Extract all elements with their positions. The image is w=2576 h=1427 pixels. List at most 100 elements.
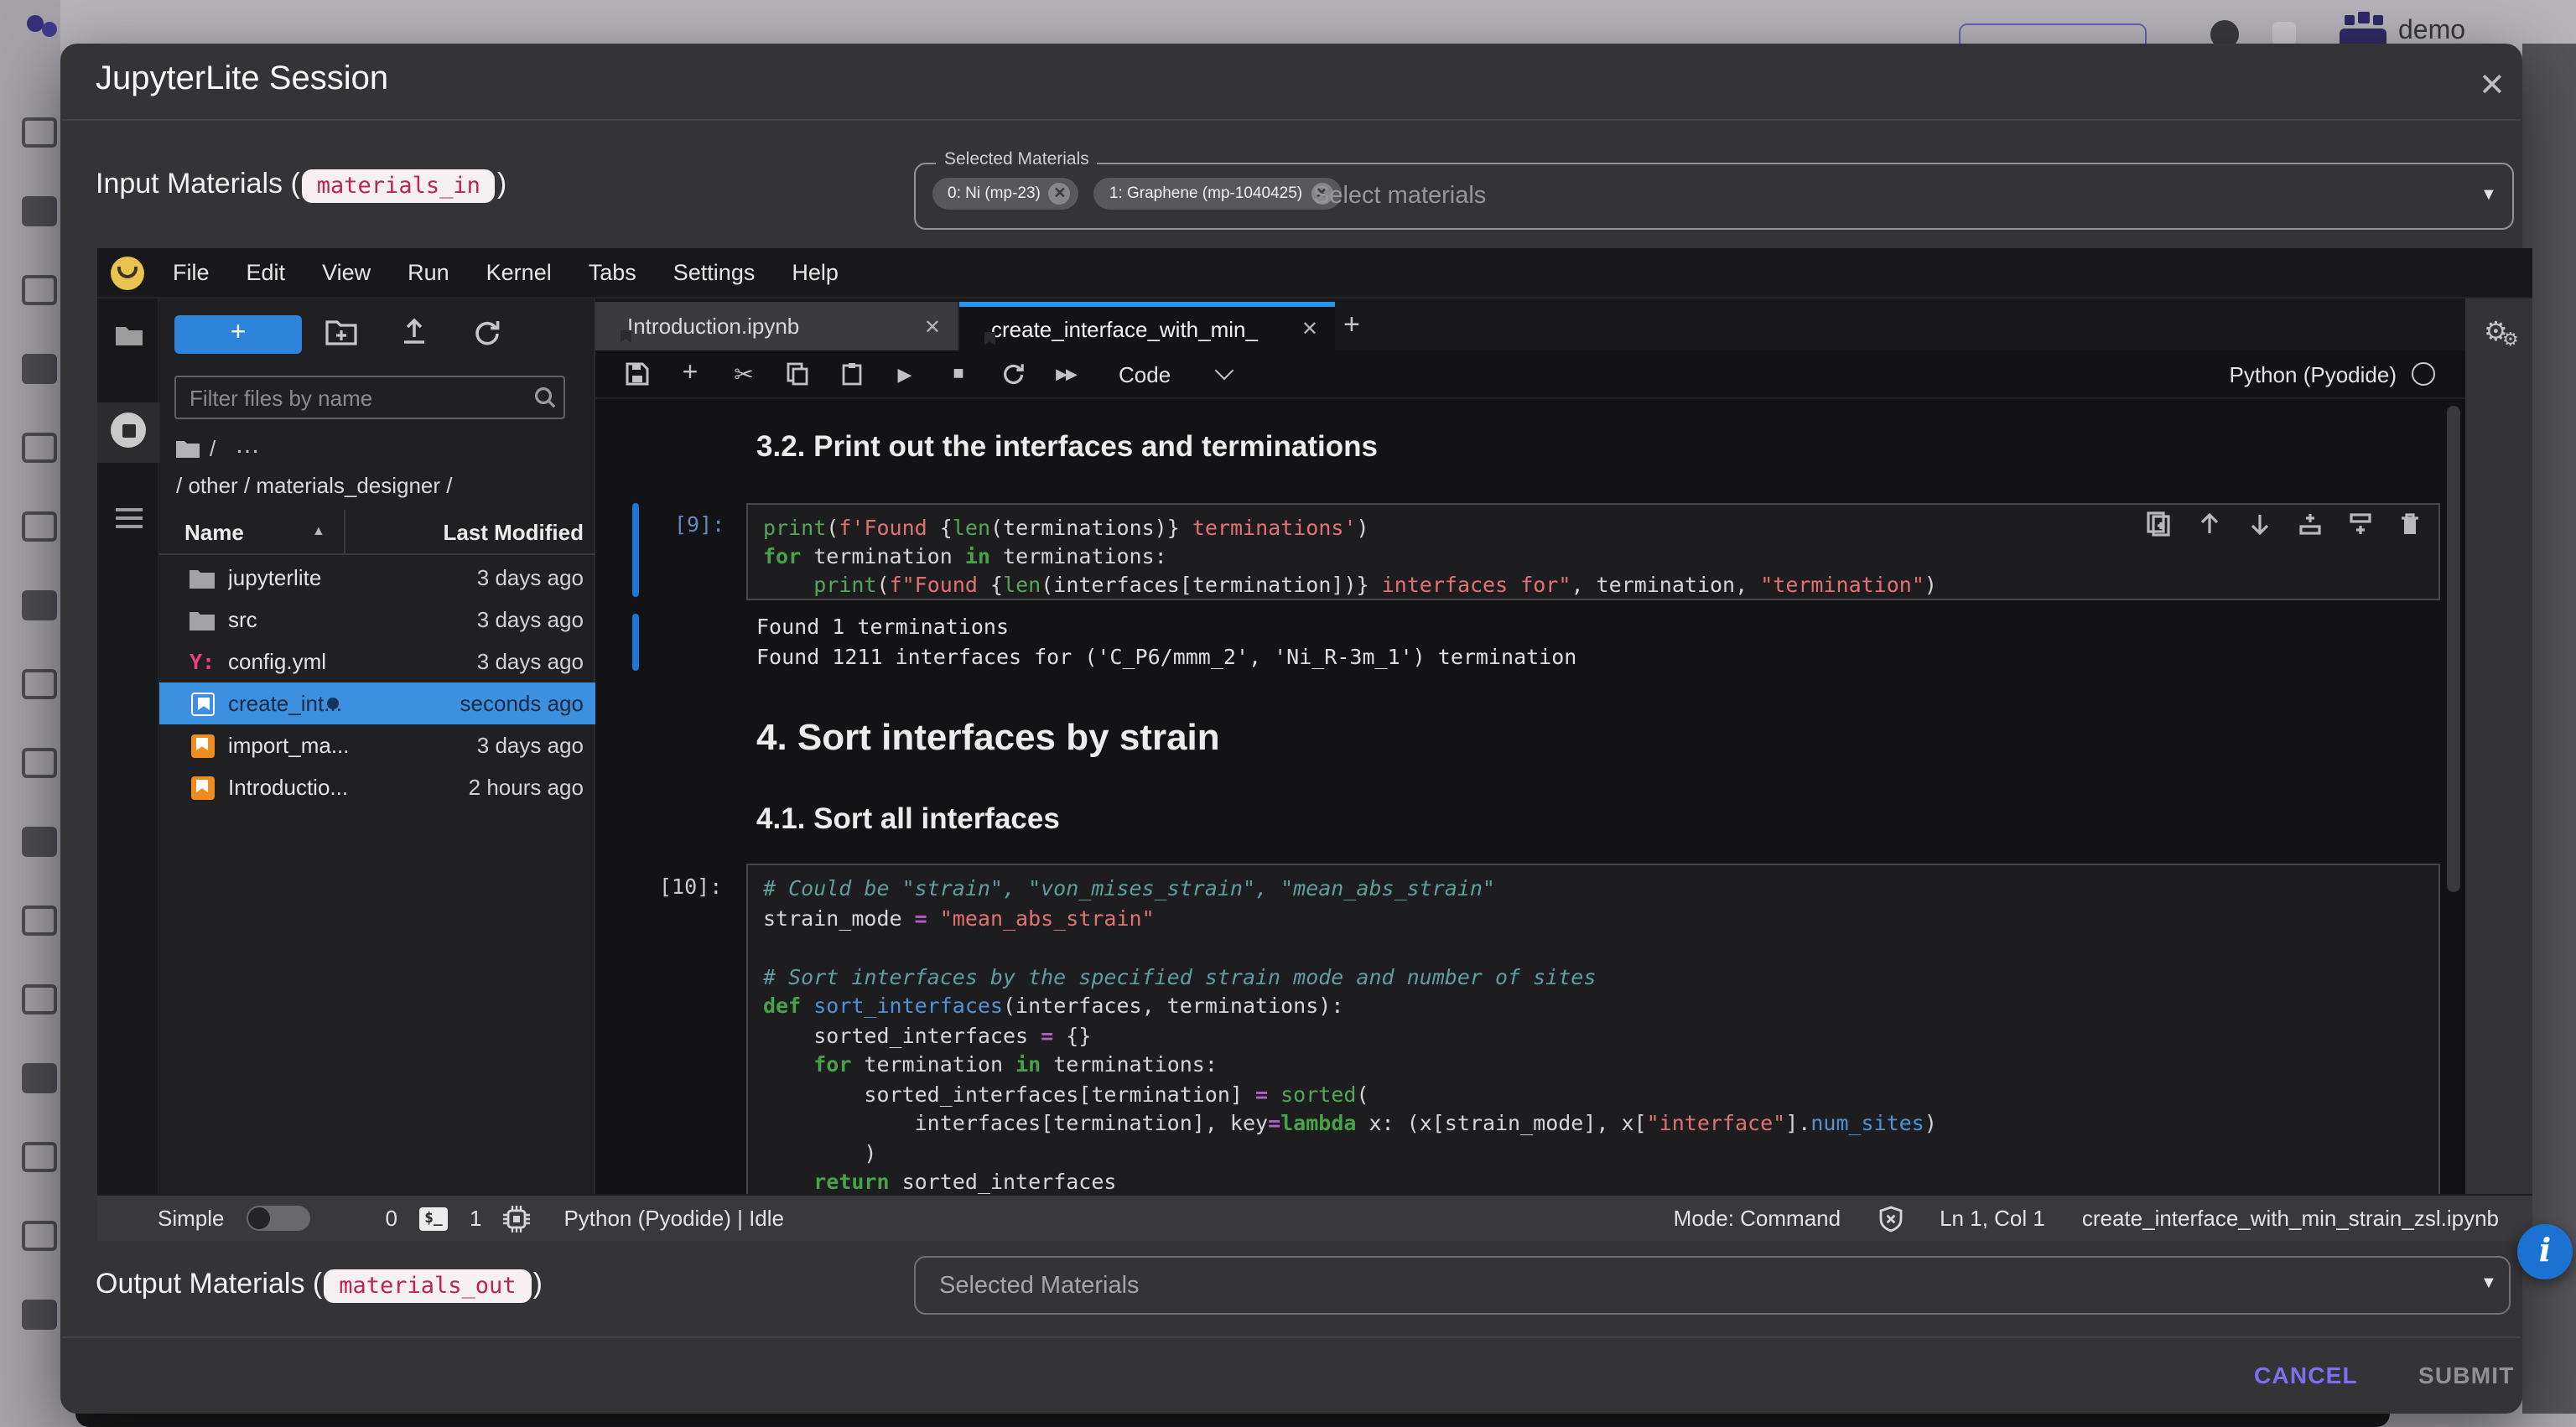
materials-in-code-chip: materials_in	[302, 169, 496, 203]
document-tabbar: Introduction.ipynb ✕ create_interface_wi…	[595, 298, 2465, 350]
jupyter-statusbar: Simple 0 $_ 1 Python (Pyodide) | Idle Mo…	[97, 1194, 2532, 1241]
markdown-heading-32: 3.2. Print out the interfaces and termin…	[756, 429, 1378, 464]
run-cell-icon[interactable]: ▶	[892, 363, 917, 385]
menu-file[interactable]: File	[154, 247, 228, 298]
file-row[interactable]: import_ma... 3 days ago	[159, 724, 595, 766]
move-up-icon[interactable]	[2197, 511, 2222, 537]
output-line: Found 1 terminations	[756, 614, 1009, 639]
tab-close-icon[interactable]: ✕	[1301, 317, 1318, 340]
cell9-output: Found 1 terminationsFound 1211 interface…	[756, 612, 1576, 672]
code-cell-10-editor[interactable]: # Could be "strain", "von_mises_strain",…	[746, 864, 2440, 1194]
restart-kernel-icon[interactable]	[1000, 362, 1025, 386]
close-icon[interactable]: ✕	[2479, 67, 2506, 106]
material-chip[interactable]: 1: Graphene (mp-1040425) ✕	[1094, 178, 1341, 210]
background-sidebar-icon	[22, 117, 57, 148]
chip-remove-icon[interactable]: ✕	[1049, 183, 1071, 205]
cancel-button[interactable]: CANCEL	[2254, 1362, 2358, 1388]
refresh-icon[interactable]	[473, 319, 501, 347]
statusbar-filename: create_interface_with_min_strain_zsl.ipy…	[2082, 1206, 2499, 1231]
file-name: jupyterlite	[228, 565, 477, 590]
new-tab-button[interactable]: +	[1343, 309, 1360, 342]
menu-run[interactable]: Run	[389, 247, 468, 298]
background-sidebar-icon	[22, 748, 57, 778]
breadcrumb-ellipsis[interactable]: …	[235, 431, 260, 459]
table-of-contents-icon[interactable]	[116, 508, 143, 530]
terminal-icon[interactable]: $_	[419, 1206, 448, 1230]
insert-below-icon[interactable]	[2348, 511, 2373, 537]
terminal-count: 0	[386, 1206, 397, 1231]
tab-create-interface[interactable]: create_interface_with_min_ ✕	[959, 302, 1335, 350]
file-row-selected[interactable]: create_int... seconds ago	[159, 682, 595, 724]
simple-mode-label: Simple	[158, 1206, 225, 1231]
input-materials-label: Input Materials (materials_in)	[96, 168, 506, 201]
paste-cells-icon[interactable]	[839, 362, 864, 386]
insert-cell-icon[interactable]: +	[678, 359, 703, 389]
insert-above-icon[interactable]	[2298, 511, 2323, 537]
delete-cell-icon[interactable]	[2398, 511, 2422, 537]
save-icon[interactable]	[624, 362, 649, 386]
menu-view[interactable]: View	[304, 247, 389, 298]
submit-button[interactable]: SUBMIT	[2418, 1362, 2515, 1388]
column-header-name[interactable]: Name	[184, 520, 244, 545]
stop-kernel-icon[interactable]: ■	[946, 364, 971, 384]
property-inspector-gears-icon[interactable]: ⚙⚙	[2484, 315, 2508, 349]
user-avatar	[2338, 15, 2388, 47]
info-fab-button[interactable]: i	[2517, 1224, 2573, 1279]
command-mode-indicator[interactable]: Mode: Command	[1674, 1206, 1841, 1231]
column-header-modified[interactable]: Last Modified	[344, 520, 584, 545]
header-divider	[159, 553, 595, 555]
file-row[interactable]: jupyterlite 3 days ago	[159, 557, 595, 599]
tab-close-icon[interactable]: ✕	[924, 314, 941, 338]
notebook-content[interactable]: 3.2. Print out the interfaces and termin…	[595, 399, 2465, 1194]
output-materials-select[interactable]	[914, 1256, 2511, 1315]
kernel-chip-icon[interactable]	[503, 1205, 530, 1232]
menu-help[interactable]: Help	[773, 247, 857, 298]
kernel-count: 1	[470, 1206, 481, 1231]
dropdown-caret-icon[interactable]: ▼	[2480, 186, 2497, 205]
cut-cells-icon[interactable]: ✂	[731, 360, 756, 388]
output-collapser[interactable]	[632, 614, 639, 671]
file-row[interactable]: Introductio... 2 hours ago	[159, 766, 595, 808]
new-folder-icon[interactable]	[325, 319, 357, 345]
background-sidebar-icon	[22, 1142, 57, 1172]
menu-kernel[interactable]: Kernel	[468, 247, 570, 298]
breadcrumb-root[interactable]: /	[210, 436, 216, 461]
jupyterlite-logo-icon	[111, 256, 144, 289]
tab-introduction[interactable]: Introduction.ipynb ✕	[595, 302, 959, 350]
kernel-indicator[interactable]: Python (Pyodide)	[2230, 361, 2435, 387]
menu-settings[interactable]: Settings	[655, 247, 774, 298]
background-sidebar-icon	[22, 1221, 57, 1251]
notebook-file-icon	[190, 776, 214, 799]
copy-cells-icon[interactable]	[785, 362, 810, 386]
cell10-prompt: [10]:	[659, 874, 722, 899]
duplicate-cell-icon[interactable]	[2147, 511, 2172, 537]
cell-type-select[interactable]: Code	[1119, 361, 1231, 387]
filter-files-input[interactable]	[174, 376, 565, 419]
markdown-heading-41: 4.1. Sort all interfaces	[756, 802, 1060, 837]
output-materials-label: Output Materials (materials_out)	[96, 1268, 543, 1301]
file-row[interactable]: Y: config.yml 3 days ago	[159, 641, 595, 682]
new-launcher-button[interactable]: +	[174, 315, 302, 354]
tab-label: create_interface_with_min_	[991, 316, 1258, 341]
dropdown-caret-icon[interactable]: ▼	[2480, 1274, 2497, 1293]
file-modified: seconds ago	[460, 691, 584, 716]
move-down-icon[interactable]	[2247, 511, 2272, 537]
menu-edit[interactable]: Edit	[228, 247, 304, 298]
simple-mode-toggle[interactable]	[247, 1206, 310, 1231]
breadcrumb-path[interactable]: / other / materials_designer /	[176, 473, 453, 498]
file-row[interactable]: src 3 days ago	[159, 599, 595, 641]
menu-tabs[interactable]: Tabs	[570, 247, 655, 298]
cursor-position[interactable]: Ln 1, Col 1	[1940, 1206, 2045, 1231]
breadcrumb-home-folder-icon[interactable]	[176, 439, 200, 458]
restart-run-all-icon[interactable]: ▶▶	[1053, 365, 1078, 383]
upload-icon[interactable]	[399, 317, 429, 345]
cell-collapser[interactable]	[632, 503, 639, 597]
material-chip[interactable]: 0: Ni (mp-23) ✕	[932, 178, 1079, 210]
input-materials-prefix: Input Materials (	[96, 168, 300, 200]
notebook-scrollbar[interactable]	[2447, 406, 2460, 892]
running-sessions-icon[interactable]	[111, 413, 146, 448]
files-tab-folder-icon[interactable]	[114, 324, 144, 347]
kernel-status-text[interactable]: Python (Pyodide) | Idle	[564, 1206, 784, 1231]
title-divider	[62, 119, 2521, 121]
kernel-name: Python (Pyodide)	[2230, 361, 2397, 387]
